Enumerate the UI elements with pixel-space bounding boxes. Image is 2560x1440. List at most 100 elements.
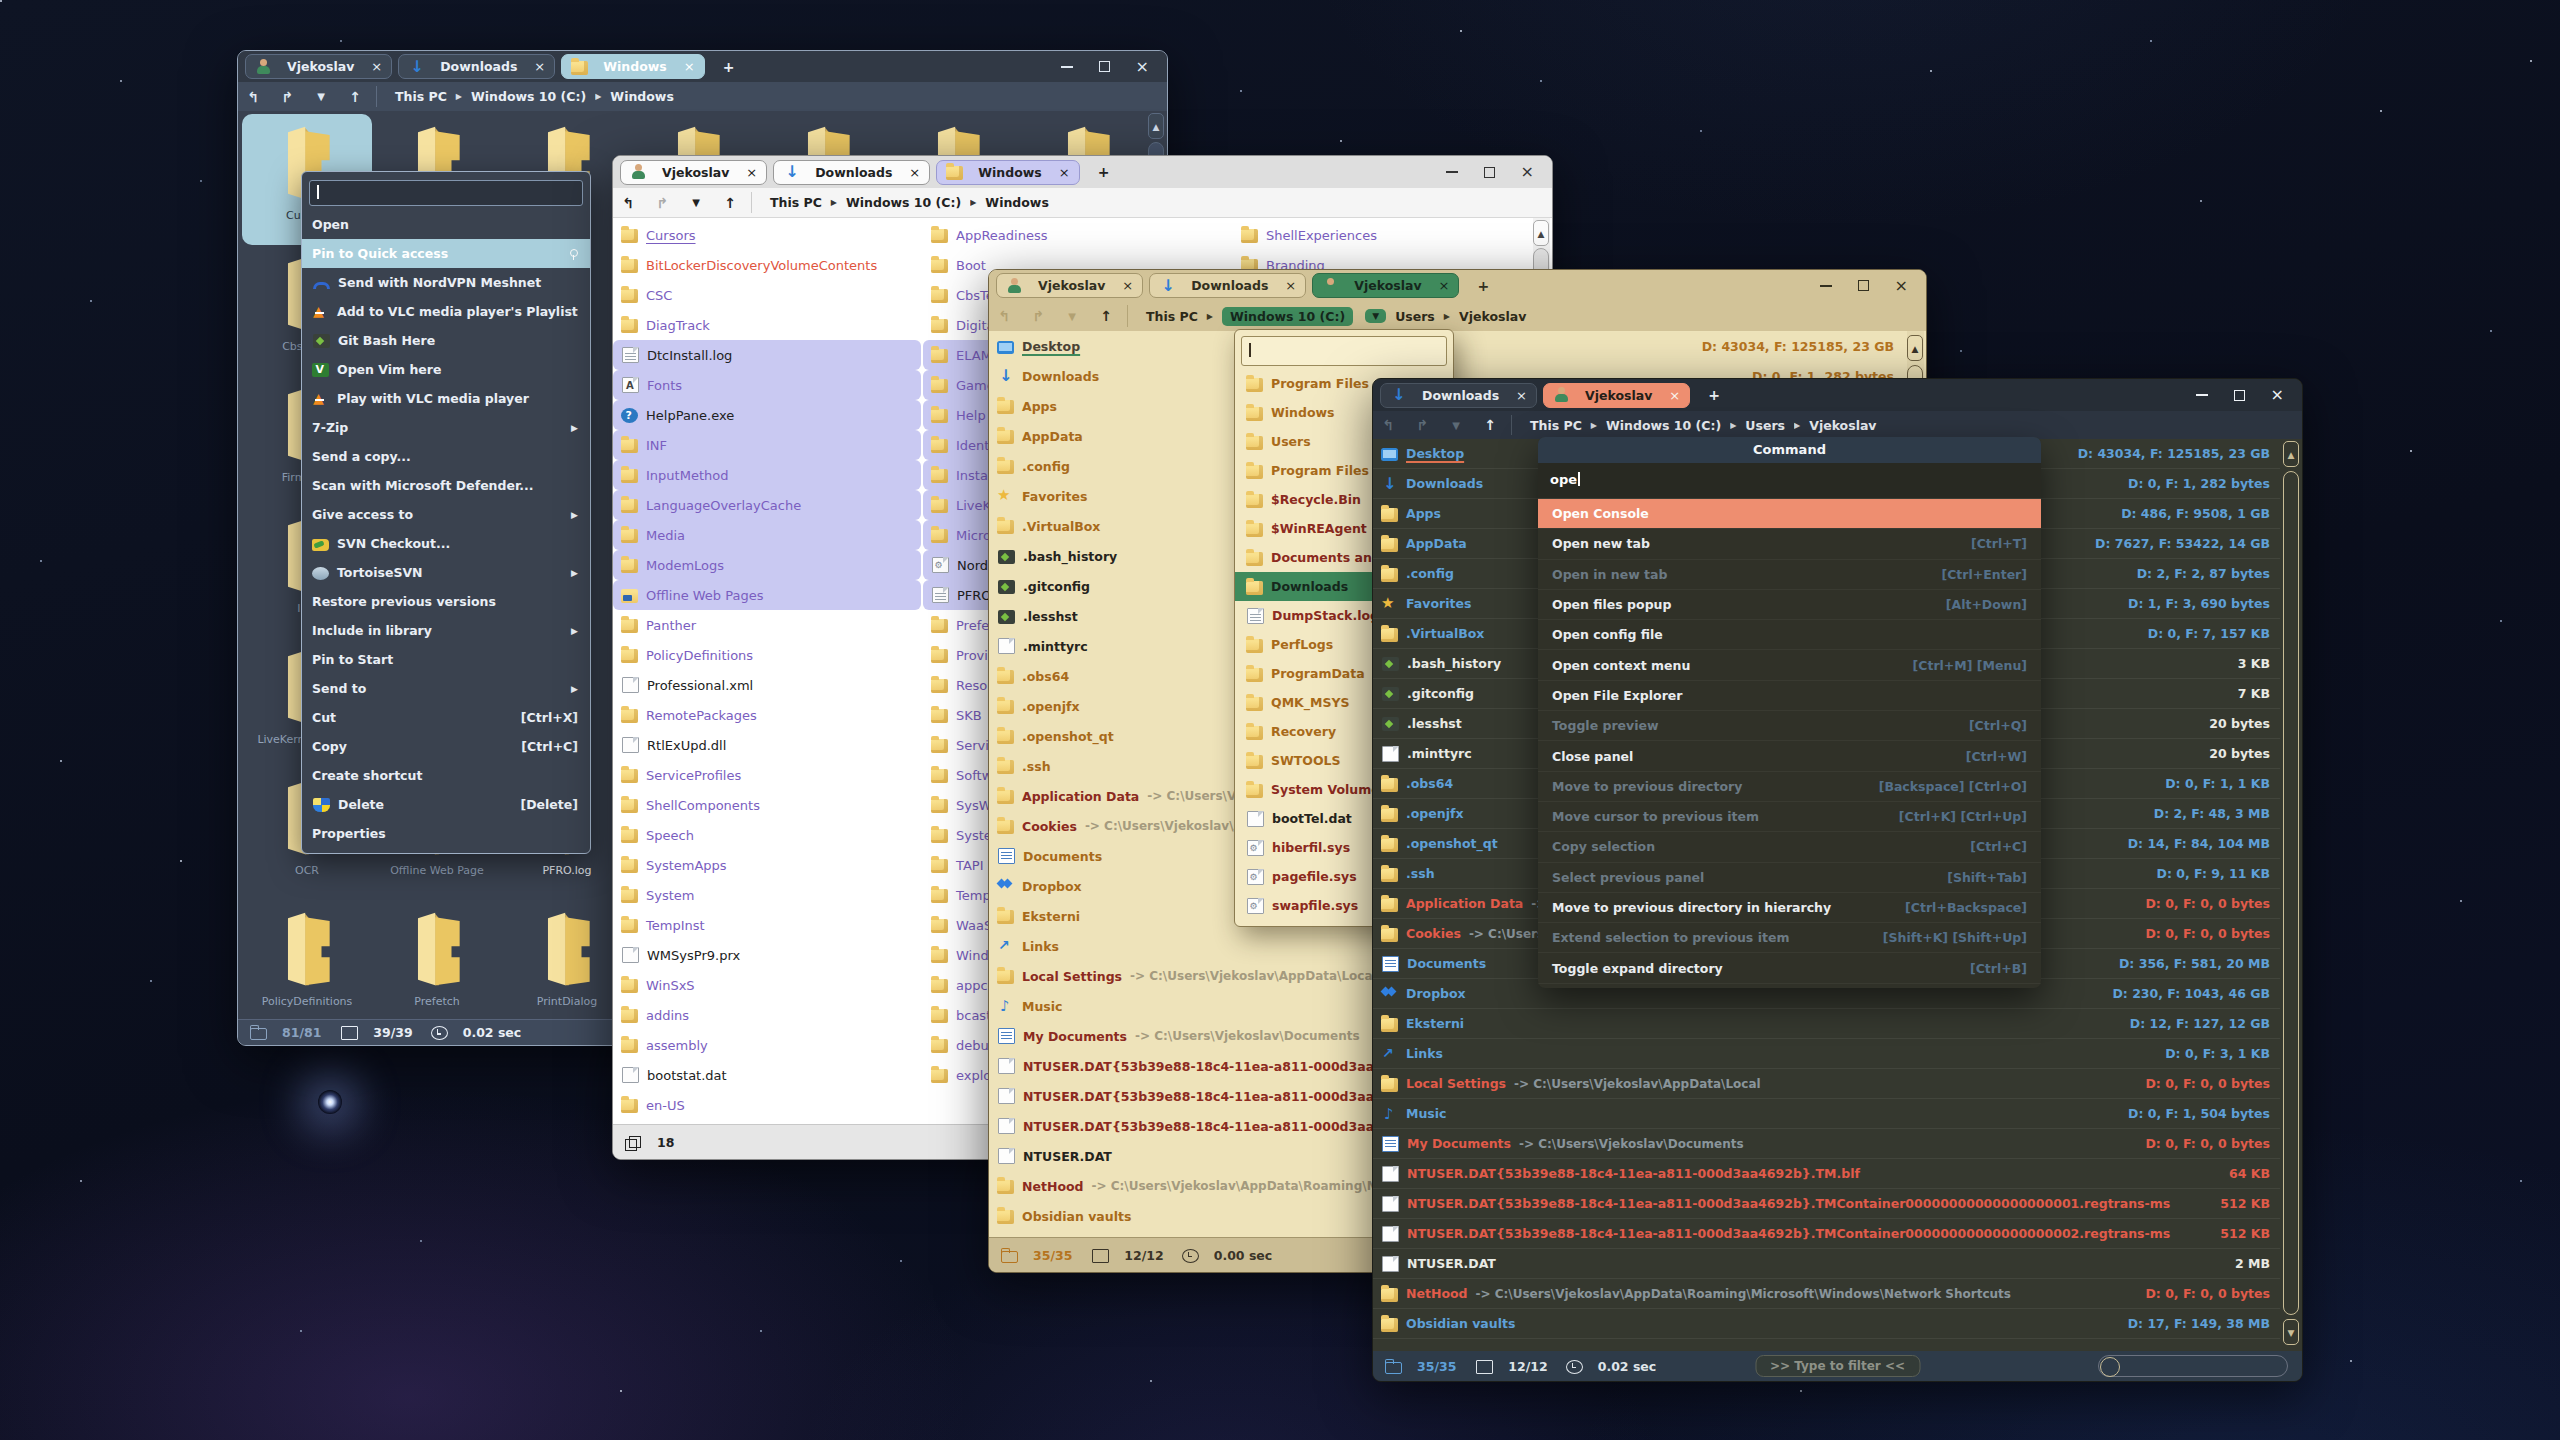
breadcrumb-item[interactable]: This PC [1146,309,1198,324]
command-item[interactable]: Toggle expand directory [Ctrl+B] [1538,953,2041,983]
tab-close-icon[interactable]: × [371,59,382,74]
tab-close-icon[interactable]: × [746,165,757,180]
new-tab-button[interactable]: + [1465,278,1501,294]
tab[interactable]: Vjekoslav × [620,160,767,185]
breadcrumb-item[interactable]: Windows [610,89,674,104]
file-row[interactable]: assembly [613,1030,921,1060]
breadcrumb-item[interactable]: Users [1395,309,1435,324]
context-menu-item[interactable]: Scan with Microsoft Defender... [302,471,590,500]
scroll-up-button[interactable]: ▲ [1533,220,1549,246]
minimize-button[interactable] [1446,171,1458,173]
file-row[interactable]: System [613,880,921,910]
up-button[interactable]: ↑ [340,89,370,105]
tab[interactable]: Windows × [561,54,704,79]
breadcrumb-item[interactable]: Windows 10 (C:) [846,195,961,210]
command-item[interactable]: Move cursor to previous item [Ctrl+K] [C… [1538,802,2041,832]
file-row[interactable]: ShellComponents [613,790,921,820]
scrollbar[interactable]: ▲ ▼ [2283,439,2300,1351]
dropdown-filter-input[interactable] [1241,336,1447,366]
context-menu-item[interactable]: Send to ▶ [302,674,590,703]
tab[interactable]: Vjekoslav × [1543,383,1690,408]
context-menu-item[interactable]: Git Bash Here [302,326,590,355]
command-item[interactable]: Open in new tab [Ctrl+Enter] [1538,560,2041,590]
command-item[interactable]: Move to previous directory in hierarchy … [1538,893,2041,923]
file-row[interactable]: NetHood -> C:\Users\Vjekoslav\AppData\Ro… [1373,1279,2280,1309]
maximize-button[interactable] [1484,167,1495,178]
file-row[interactable]: InputMethod [613,460,921,490]
maximize-button[interactable] [1099,61,1110,72]
tab-close-icon[interactable]: × [684,59,695,74]
close-button[interactable]: × [2271,390,2284,400]
file-row[interactable]: DtcInstall.log [613,340,921,370]
file-row[interactable]: CSC [613,280,921,310]
tab[interactable]: Downloads × [1149,273,1306,298]
tab[interactable]: Downloads × [1380,383,1537,408]
breadcrumb-item[interactable]: Windows [985,195,1049,210]
tab[interactable]: Vjekoslav × [996,273,1143,298]
file-row[interactable]: Fonts [613,370,921,400]
file-row[interactable]: NTUSER.DAT{53b39e88-18c4-11ea-a811-000d3… [1373,1189,2280,1219]
up-button[interactable]: ↑ [1475,417,1505,433]
up-button[interactable]: ↑ [1091,308,1121,324]
scroll-up-button[interactable]: ▲ [2283,441,2299,467]
tab[interactable]: Windows × [936,160,1079,185]
command-item[interactable]: Open new tab [Ctrl+T] [1538,529,2041,559]
command-item[interactable]: Open config file [1538,620,2041,650]
tab[interactable]: Vjekoslav × [245,54,392,79]
tab[interactable]: Downloads × [398,54,555,79]
file-row[interactable]: DiagTrack [613,310,921,340]
scroll-down-button[interactable]: ▼ [2283,1319,2299,1345]
breadcrumb-item-active[interactable]: Windows 10 (C:) [1222,307,1353,326]
minimize-button[interactable] [1820,285,1832,287]
minimize-button[interactable] [2196,394,2208,396]
file-row[interactable]: ShellExperiences [1233,220,1541,250]
file-row[interactable]: NTUSER.DAT 2 MB [1373,1249,2280,1279]
history-dropdown-button[interactable]: ▼ [1441,420,1471,431]
context-menu-item[interactable]: Play with VLC media player [302,384,590,413]
close-button[interactable]: × [1136,62,1149,72]
back-button[interactable]: ↰ [1373,417,1403,433]
file-row[interactable]: ModemLogs [613,550,921,580]
file-row[interactable]: Offline Web Pages [613,580,921,610]
breadcrumb-item[interactable]: Vjekoslav [1459,309,1526,324]
file-row[interactable]: RtlExUpd.dll [613,730,921,760]
tab-close-icon[interactable]: × [1059,165,1070,180]
command-item[interactable]: Close panel [Ctrl+W] [1538,741,2041,771]
back-button[interactable]: ↰ [613,195,643,211]
tab-close-icon[interactable]: × [909,165,920,180]
file-row[interactable]: Music D: 0, F: 1, 504 bytes [1373,1099,2280,1129]
file-row[interactable]: Links D: 0, F: 3, 1 KB [1373,1039,2280,1069]
context-menu-item[interactable]: Give access to ▶ [302,500,590,529]
context-menu-item[interactable]: Restore previous versions [302,587,590,616]
context-menu-item[interactable]: Send a copy... [302,442,590,471]
tab[interactable]: Vjekoslav × [1312,273,1459,298]
history-dropdown-button[interactable]: ▼ [681,197,711,208]
scroll-thumb[interactable] [2283,471,2299,1315]
context-menu-item[interactable]: Delete [Delete] [302,790,590,819]
file-row[interactable]: Cursors [613,220,921,250]
history-dropdown-button[interactable]: ▼ [1057,311,1087,322]
file-row[interactable]: WMSysPr9.prx [613,940,921,970]
command-item[interactable]: Extend selection to previous item [Shift… [1538,923,2041,953]
grid-item[interactable]: PolicyDefinitions [242,900,372,1031]
back-button[interactable]: ↰ [989,308,1019,324]
context-menu-item[interactable]: Pin to Start [302,645,590,674]
minimize-button[interactable] [1061,66,1073,68]
context-menu-item[interactable]: 7-Zip ▶ [302,413,590,442]
command-item[interactable]: Open Console [1538,499,2041,529]
file-row[interactable]: NTUSER.DAT{53b39e88-18c4-11ea-a811-000d3… [1373,1159,2280,1189]
forward-button[interactable]: ↱ [272,89,302,105]
command-item[interactable]: Open files popup [Alt+Down] [1538,590,2041,620]
forward-button[interactable]: ↱ [1407,417,1437,433]
context-menu-item[interactable]: Add to VLC media player's Playlist [302,297,590,326]
context-menu-item[interactable]: Include in library ▶ [302,616,590,645]
file-row[interactable]: BitLockerDiscoveryVolumeContents [613,250,921,280]
type-to-filter-button[interactable]: >> Type to filter << [1755,1355,1920,1377]
file-row[interactable]: Local Settings -> C:\Users\Vjekoslav\App… [1373,1069,2280,1099]
history-dropdown-button[interactable]: ▼ [306,91,336,102]
file-row[interactable]: en-US [613,1090,921,1120]
scroll-up-button[interactable]: ▲ [1907,335,1923,361]
command-item[interactable]: Open context menu [Ctrl+M] [Menu] [1538,650,2041,680]
file-row[interactable]: Eksterni D: 12, F: 127, 12 GB [1373,1009,2280,1039]
file-row[interactable]: Media [613,520,921,550]
